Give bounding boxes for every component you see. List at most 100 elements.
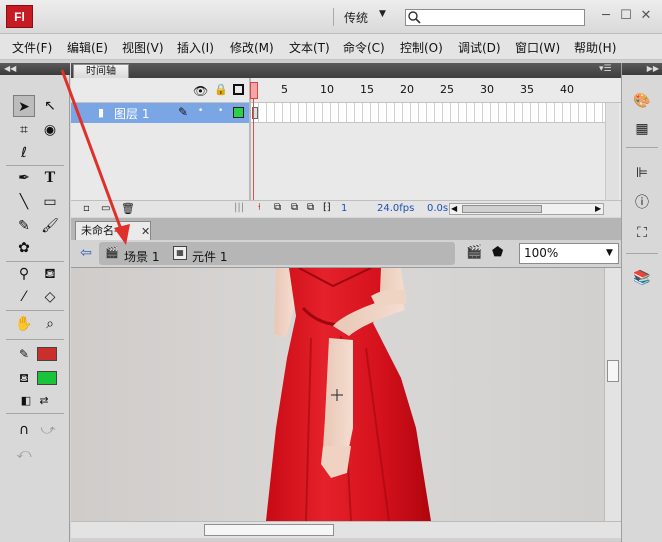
back-arrow-icon[interactable]: ⇦ <box>77 244 95 262</box>
search-icon <box>408 11 421 24</box>
workspace-selector[interactable]: 传统 <box>344 9 368 26</box>
right-panel-header[interactable]: ▶▶ <box>622 63 662 75</box>
tab-timeline[interactable]: 时间轴 <box>73 64 129 78</box>
menu-modify[interactable]: 修改(M) <box>230 39 274 56</box>
snap-magnet-icon[interactable]: ∩ <box>13 419 35 441</box>
brush-icon[interactable]: 🖌 <box>39 215 61 237</box>
align-icon[interactable]: ⊫ <box>631 163 653 183</box>
chevron-down-icon[interactable]: ▼ <box>606 248 613 258</box>
frames-grid[interactable] <box>251 103 605 123</box>
search-input[interactable] <box>405 9 585 26</box>
flash-logo: Fl <box>6 5 33 28</box>
trash-icon[interactable]: 🗑 <box>121 202 135 215</box>
menu-edit[interactable]: 编辑(E) <box>67 39 108 56</box>
rectangle-icon[interactable]: ▭ <box>39 191 61 213</box>
stroke-color-swatch[interactable] <box>37 347 57 361</box>
panel-menu-icon[interactable]: ▾☰ <box>599 64 612 74</box>
document-tab[interactable]: 未命名-1 ✕ <box>75 221 151 240</box>
deco-icon[interactable]: ✿ <box>13 237 35 259</box>
fill-color-swatch[interactable] <box>37 371 57 385</box>
pencil-icon[interactable]: ✎ <box>13 215 35 237</box>
eraser-icon[interactable]: ◇ <box>39 286 61 308</box>
menu-debug[interactable]: 调试(D) <box>458 39 501 56</box>
scroll-thumb[interactable] <box>462 205 542 213</box>
layer-name[interactable]: 图层 1 <box>114 105 149 122</box>
close-button[interactable]: ✕ <box>638 8 654 24</box>
playhead[interactable] <box>250 82 258 99</box>
zoom-icon[interactable]: ⌕ <box>39 313 61 335</box>
close-icon[interactable]: ✕ <box>141 223 150 240</box>
lasso-icon[interactable]: ℓ <box>13 142 35 164</box>
minimize-button[interactable]: ─ <box>598 8 614 24</box>
stage-image[interactable] <box>71 268 604 521</box>
selection-arrow-icon[interactable]: ➤ <box>13 95 35 117</box>
pencil-icon[interactable]: ✎ <box>178 105 188 119</box>
scroll-left-icon[interactable]: ◀ <box>451 204 457 213</box>
zoom-select[interactable]: 100% ▼ <box>519 243 619 264</box>
transform-icon[interactable]: ⛶ <box>631 223 653 243</box>
outline-color-icon[interactable] <box>233 107 244 118</box>
text-icon[interactable]: T <box>39 167 61 189</box>
center-frame-icon[interactable]: ⍿ <box>258 202 261 213</box>
new-layer-icon[interactable]: ▫ <box>83 203 90 214</box>
edit-multiple-icon[interactable]: ⧉ <box>307 202 314 213</box>
menu-help[interactable]: 帮助(H) <box>574 39 616 56</box>
document-tab-label: 未命名-1 <box>81 224 125 237</box>
scroll-thumb[interactable] <box>607 360 619 382</box>
outline-icon[interactable] <box>233 84 244 95</box>
color-icon[interactable]: 🎨 <box>631 91 653 111</box>
tool-separator <box>6 310 64 311</box>
free-transform-icon[interactable]: ⌗ <box>13 119 35 141</box>
layer-row[interactable]: ▮ ✎ • • <box>71 103 249 123</box>
restore-button[interactable]: ☐ <box>618 8 634 24</box>
new-folder-icon[interactable]: ▭ <box>101 203 110 214</box>
frame-rate[interactable]: 24.0fps <box>377 203 414 214</box>
library-icon[interactable]: 📚 <box>631 268 653 288</box>
menu-file[interactable]: 文件(F) <box>12 39 52 56</box>
line-icon[interactable]: ╲ <box>13 191 35 213</box>
paint-bucket-icon[interactable]: ⛾ <box>39 263 61 285</box>
stage-vertical-scrollbar[interactable] <box>604 268 621 521</box>
breadcrumb-symbol[interactable]: 元件 1 <box>192 248 227 265</box>
menu-control[interactable]: 控制(O) <box>400 39 443 56</box>
subselection-icon[interactable]: ↖ <box>39 95 61 117</box>
smooth-icon[interactable]: ⤻ <box>37 419 59 441</box>
document-tab-bar: 未命名-1 ✕ <box>71 218 621 240</box>
eyedropper-icon[interactable]: ⁄ <box>13 286 35 308</box>
onion-outline-icon[interactable]: ⧉ <box>291 202 298 213</box>
tools-panel-header[interactable]: ◀◀ <box>0 63 70 75</box>
straighten-icon[interactable]: ⤺ <box>13 443 35 465</box>
hand-icon[interactable]: ✋ <box>13 313 35 335</box>
visibility-dot-icon[interactable]: • <box>198 106 203 116</box>
swatches-icon[interactable]: ▦ <box>631 119 653 139</box>
timeline-horizontal-scrollbar[interactable]: ◀ ▶ <box>449 203 604 215</box>
stage-horizontal-scrollbar[interactable] <box>71 521 621 538</box>
edit-scene-icon[interactable]: 🎬 <box>466 245 482 260</box>
timeline-vertical-scrollbar[interactable] <box>605 103 619 201</box>
menu-text[interactable]: 文本(T) <box>289 39 330 56</box>
breadcrumb-scene[interactable]: 场景 1 <box>124 248 159 265</box>
onion-skin-icon[interactable]: ⧉ <box>274 202 281 213</box>
chevron-down-icon[interactable]: ▼ <box>379 9 386 19</box>
menu-view[interactable]: 视图(V) <box>122 39 164 56</box>
info-icon[interactable]: ⓘ <box>631 193 653 213</box>
fill-color-icon[interactable]: ⛾ <box>13 367 35 389</box>
eye-icon[interactable]: 👁 <box>193 84 208 98</box>
modify-markers-icon[interactable]: ⁅⁆ <box>323 202 331 213</box>
frame-ruler[interactable]: 1 5 10 15 20 25 30 35 40 <box>251 81 605 101</box>
menu-insert[interactable]: 插入(I) <box>177 39 214 56</box>
stroke-color-icon[interactable]: ✎ <box>13 343 35 365</box>
scroll-thumb[interactable] <box>204 524 334 536</box>
scroll-right-icon[interactable]: ▶ <box>595 204 601 213</box>
stage[interactable] <box>71 268 621 542</box>
3d-rotation-icon[interactable]: ◉ <box>39 119 61 141</box>
bone-icon[interactable]: ⚲ <box>13 263 35 285</box>
pen-icon[interactable]: ✒ <box>13 167 35 189</box>
menu-window[interactable]: 窗口(W) <box>515 39 560 56</box>
edit-symbols-icon[interactable]: ⬟ <box>492 245 503 260</box>
menu-commands[interactable]: 命令(C) <box>343 39 385 56</box>
swap-colors-icon[interactable]: ⇄ <box>33 390 55 412</box>
scroll-handle-icon[interactable]: ||| <box>234 202 244 213</box>
lock-icon[interactable]: 🔒 <box>214 83 228 96</box>
lock-dot-icon[interactable]: • <box>218 106 223 116</box>
